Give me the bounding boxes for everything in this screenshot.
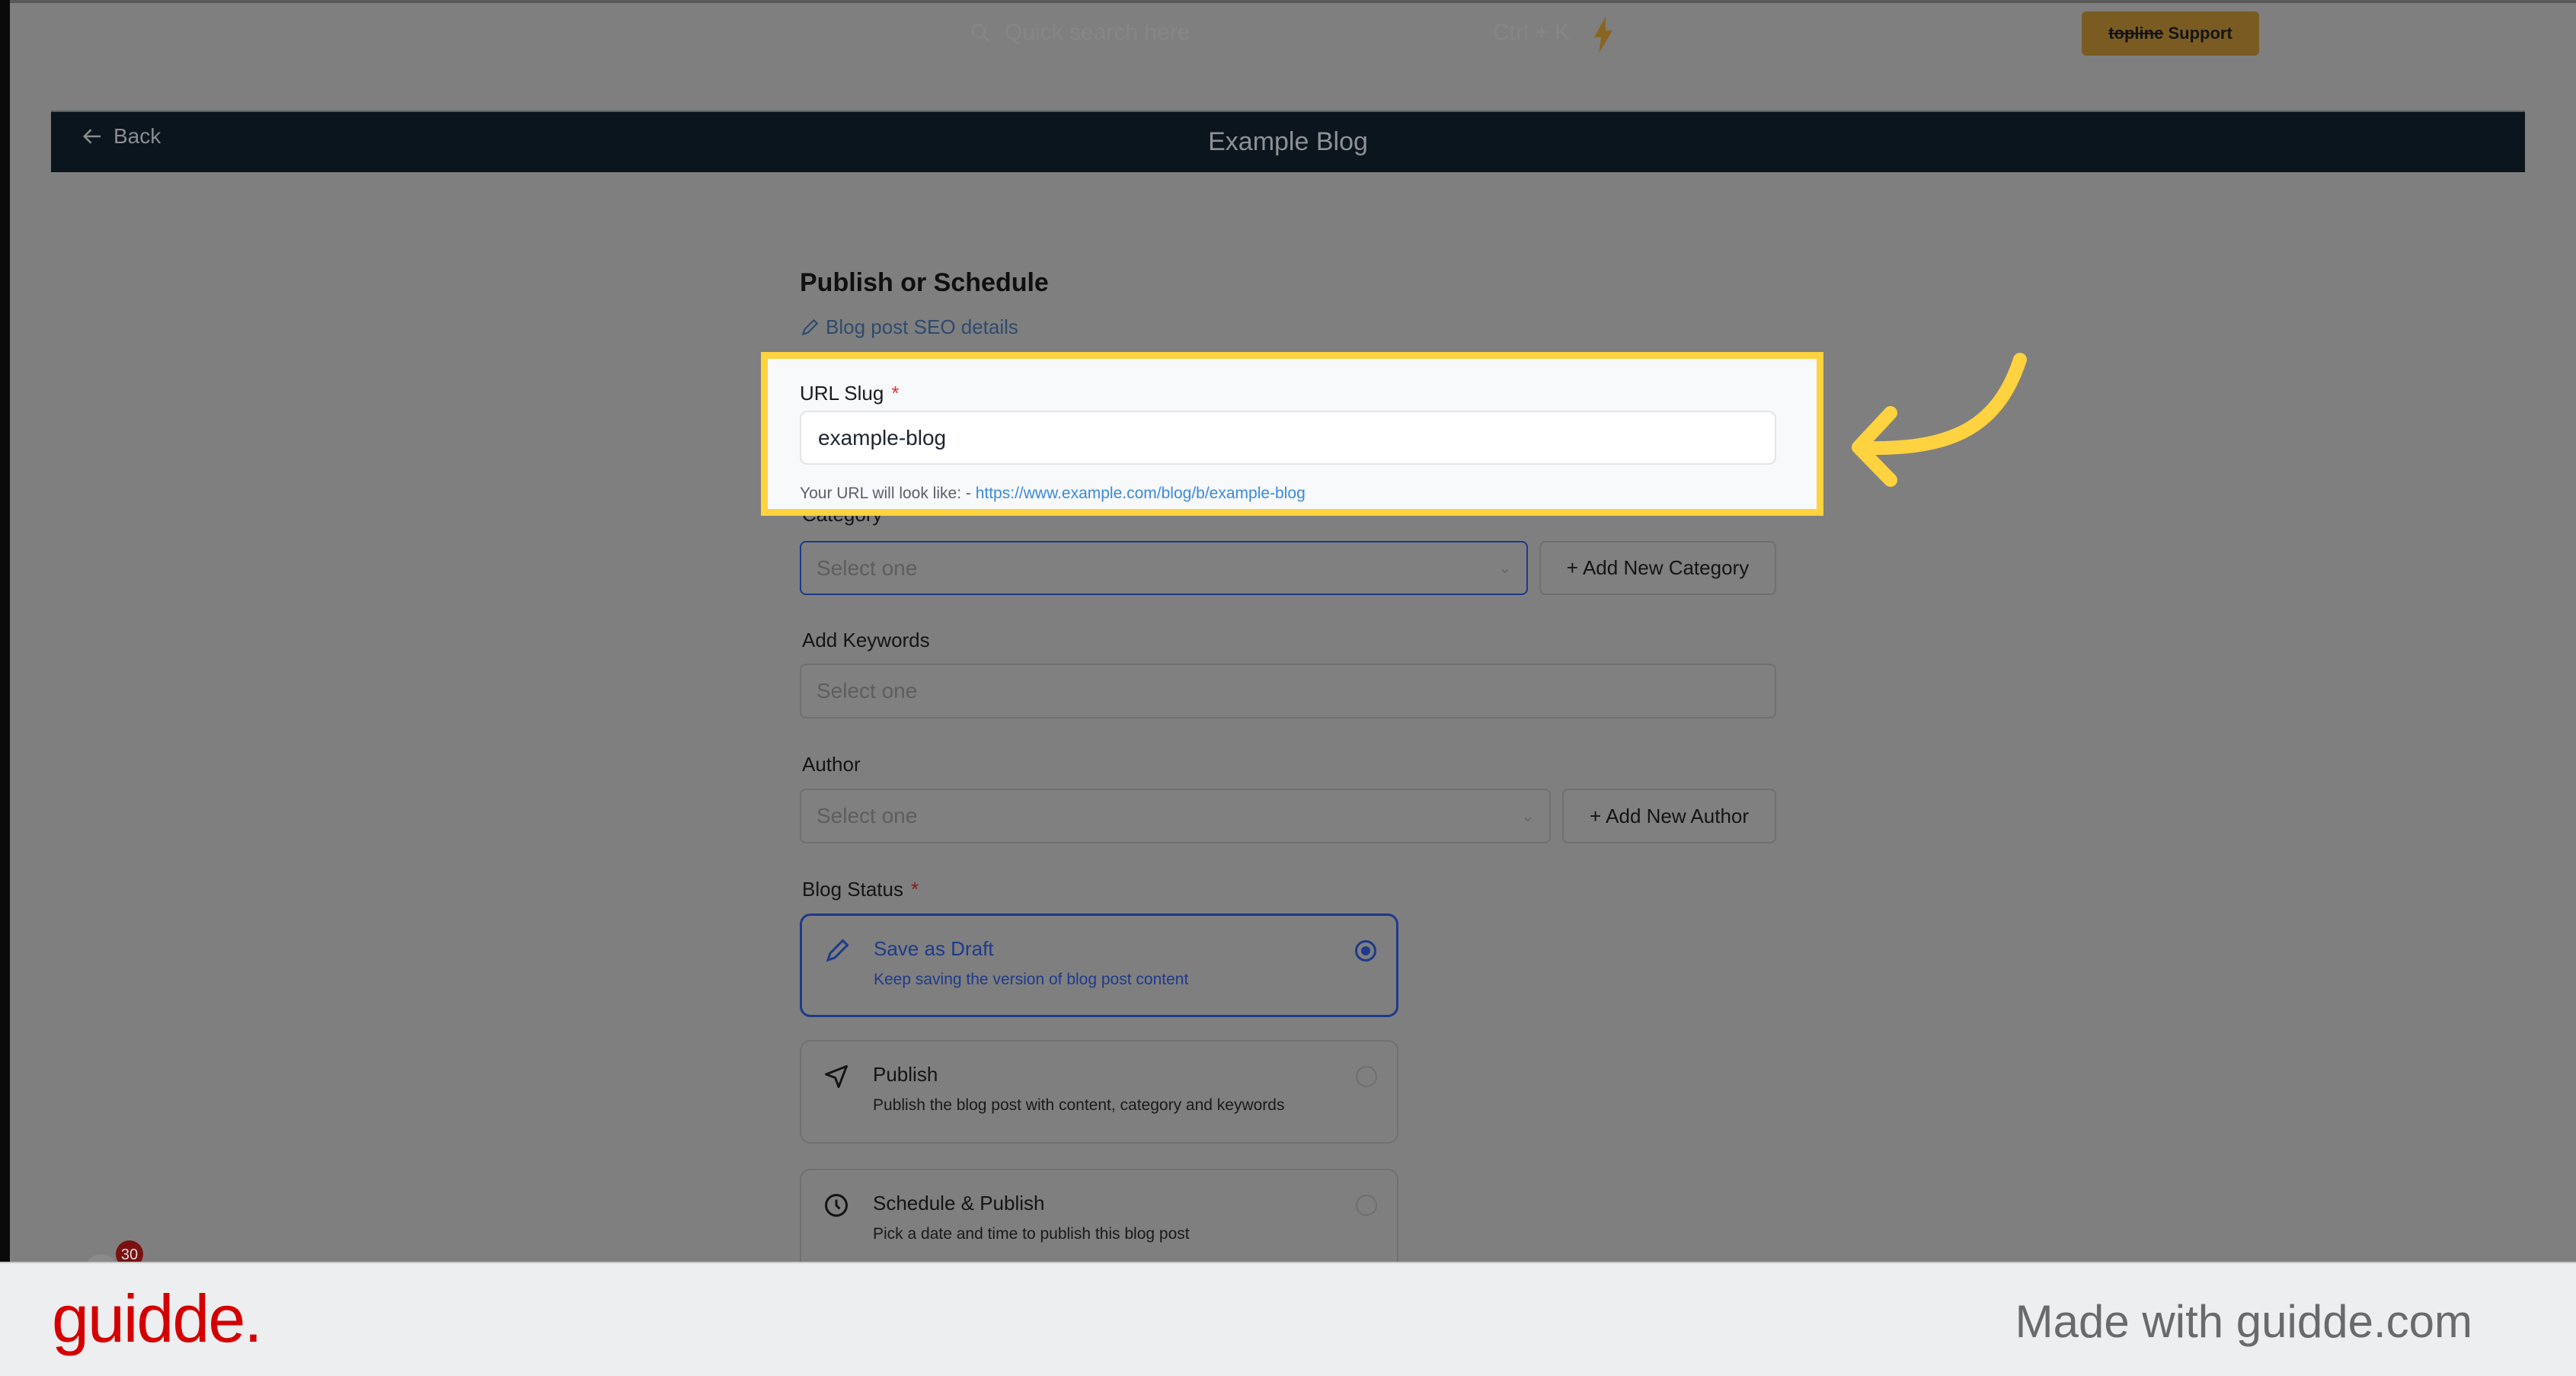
left-edge xyxy=(0,0,10,1262)
required-marker: * xyxy=(891,382,900,405)
clock-icon xyxy=(825,1194,848,1217)
blog-status-text: Blog Status xyxy=(802,878,903,901)
page-title: Example Blog xyxy=(1208,127,1368,156)
radio-selected[interactable] xyxy=(1355,940,1376,962)
window-edge xyxy=(0,0,2576,3)
add-author-label: Add New Author xyxy=(1606,804,1750,827)
pencil-icon xyxy=(801,318,819,335)
footer: guidde. Made with guidde.com xyxy=(0,1262,2576,1376)
quick-search[interactable]: Quick search here xyxy=(970,20,1190,46)
badge-count: 30 xyxy=(121,1246,138,1263)
plus-icon: + xyxy=(1566,556,1578,579)
option-title: Schedule & Publish xyxy=(873,1192,1045,1214)
option-desc: Keep saving the version of blog post con… xyxy=(874,971,1189,988)
support-brand: topline xyxy=(2108,24,2164,43)
radio-unselected[interactable] xyxy=(1356,1195,1377,1216)
url-preview-link[interactable]: https://www.example.com/blog/b/example-b… xyxy=(976,485,1306,502)
section-title: Publish or Schedule xyxy=(800,268,1049,297)
seo-details-link[interactable]: Blog post SEO details xyxy=(800,315,1018,339)
send-icon xyxy=(825,1065,848,1088)
author-placeholder: Select one xyxy=(817,804,918,827)
lightning-icon[interactable] xyxy=(1592,17,1615,53)
chevron-down-icon: ⌄ xyxy=(1521,808,1534,825)
keywords-placeholder: Select one xyxy=(817,679,918,702)
plus-icon: + xyxy=(1589,804,1602,827)
add-category-label: Add New Category xyxy=(1582,556,1750,579)
seo-link-label: Blog post SEO details xyxy=(826,315,1018,338)
option-desc: Pick a date and time to publish this blo… xyxy=(873,1225,1190,1243)
url-preview: Your URL will look like: - https://www.e… xyxy=(800,485,1306,503)
option-title: Save as Draft xyxy=(874,937,994,960)
option-desc: Publish the blog post with content, cate… xyxy=(873,1096,1285,1114)
option-title: Publish xyxy=(873,1063,938,1086)
support-button[interactable]: topline Support xyxy=(2082,11,2259,56)
page-header: Back Example Blog xyxy=(51,110,2525,172)
search-placeholder: Quick search here xyxy=(1005,20,1191,45)
url-slug-label: URL Slug * xyxy=(800,382,899,405)
url-preview-prefix: Your URL will look like: - xyxy=(800,485,976,502)
made-with-text: Made with guidde.com xyxy=(2015,1296,2472,1347)
guidde-logo: guidde. xyxy=(52,1281,263,1356)
add-new-author-button[interactable]: + Add New Author xyxy=(1562,789,1776,843)
support-label: Support xyxy=(2168,24,2232,43)
blog-status-label: Blog Status * xyxy=(802,878,919,901)
category-select[interactable]: Select one ⌄ xyxy=(800,541,1528,595)
url-slug-text: URL Slug xyxy=(800,382,884,405)
author-select[interactable]: Select one ⌄ xyxy=(800,789,1551,843)
add-new-category-button[interactable]: + Add New Category xyxy=(1539,541,1776,595)
chevron-down-icon: ⌄ xyxy=(1498,560,1511,577)
status-option-publish[interactable]: Publish Publish the blog post with conte… xyxy=(800,1040,1398,1144)
author-label: Author xyxy=(802,753,861,776)
category-placeholder: Select one xyxy=(817,555,918,580)
search-icon xyxy=(971,24,989,42)
status-option-draft[interactable]: Save as Draft Keep saving the version of… xyxy=(800,914,1398,1017)
keywords-input[interactable]: Select one xyxy=(800,664,1776,718)
curved-arrow-annotation xyxy=(1852,353,2027,487)
shortcut-hint: Ctrl + K xyxy=(1493,20,1570,45)
radio-unselected[interactable] xyxy=(1356,1066,1377,1087)
url-slug-highlight: URL Slug * example-blog Your URL will loo… xyxy=(761,352,1823,516)
required-marker: * xyxy=(910,878,919,901)
keywords-label: Add Keywords xyxy=(802,629,930,651)
pencil-icon xyxy=(826,939,849,962)
url-slug-input[interactable]: example-blog xyxy=(800,411,1776,465)
